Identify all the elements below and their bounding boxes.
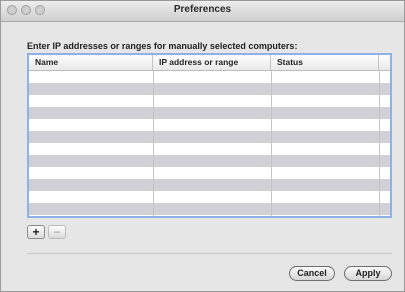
computers-table[interactable]: Name IP address or range Status xyxy=(27,53,392,218)
table-row[interactable] xyxy=(29,179,390,191)
table-row[interactable] xyxy=(29,131,390,143)
title-bar[interactable]: Preferences xyxy=(1,1,404,22)
column-header-name[interactable]: Name xyxy=(29,55,153,70)
table-row[interactable] xyxy=(29,143,390,155)
preferences-window: Preferences Enter IP addresses or ranges… xyxy=(0,0,405,292)
table-row[interactable] xyxy=(29,83,390,95)
remove-computer-button[interactable]: − xyxy=(48,225,66,239)
column-divider xyxy=(379,71,380,216)
table-row[interactable] xyxy=(29,155,390,167)
table-row[interactable] xyxy=(29,71,390,83)
table-row[interactable] xyxy=(29,167,390,179)
column-header-status[interactable]: Status xyxy=(271,55,379,70)
table-row[interactable] xyxy=(29,191,390,203)
column-header-extra xyxy=(379,55,390,70)
table-row[interactable] xyxy=(29,107,390,119)
column-divider xyxy=(153,71,154,216)
table-header: Name IP address or range Status xyxy=(29,55,390,71)
window-title: Preferences xyxy=(173,4,232,15)
column-header-ip-address[interactable]: IP address or range xyxy=(153,55,271,70)
cancel-button[interactable]: Cancel xyxy=(289,266,335,281)
table-body[interactable] xyxy=(29,71,390,216)
table-row[interactable] xyxy=(29,119,390,131)
instruction-label: Enter IP addresses or ranges for manuall… xyxy=(27,41,298,51)
divider xyxy=(27,253,392,254)
table-row[interactable] xyxy=(29,203,390,215)
apply-button[interactable]: Apply xyxy=(344,266,392,281)
add-computer-button[interactable]: + xyxy=(27,225,45,239)
table-row[interactable] xyxy=(29,95,390,107)
column-divider xyxy=(271,71,272,216)
